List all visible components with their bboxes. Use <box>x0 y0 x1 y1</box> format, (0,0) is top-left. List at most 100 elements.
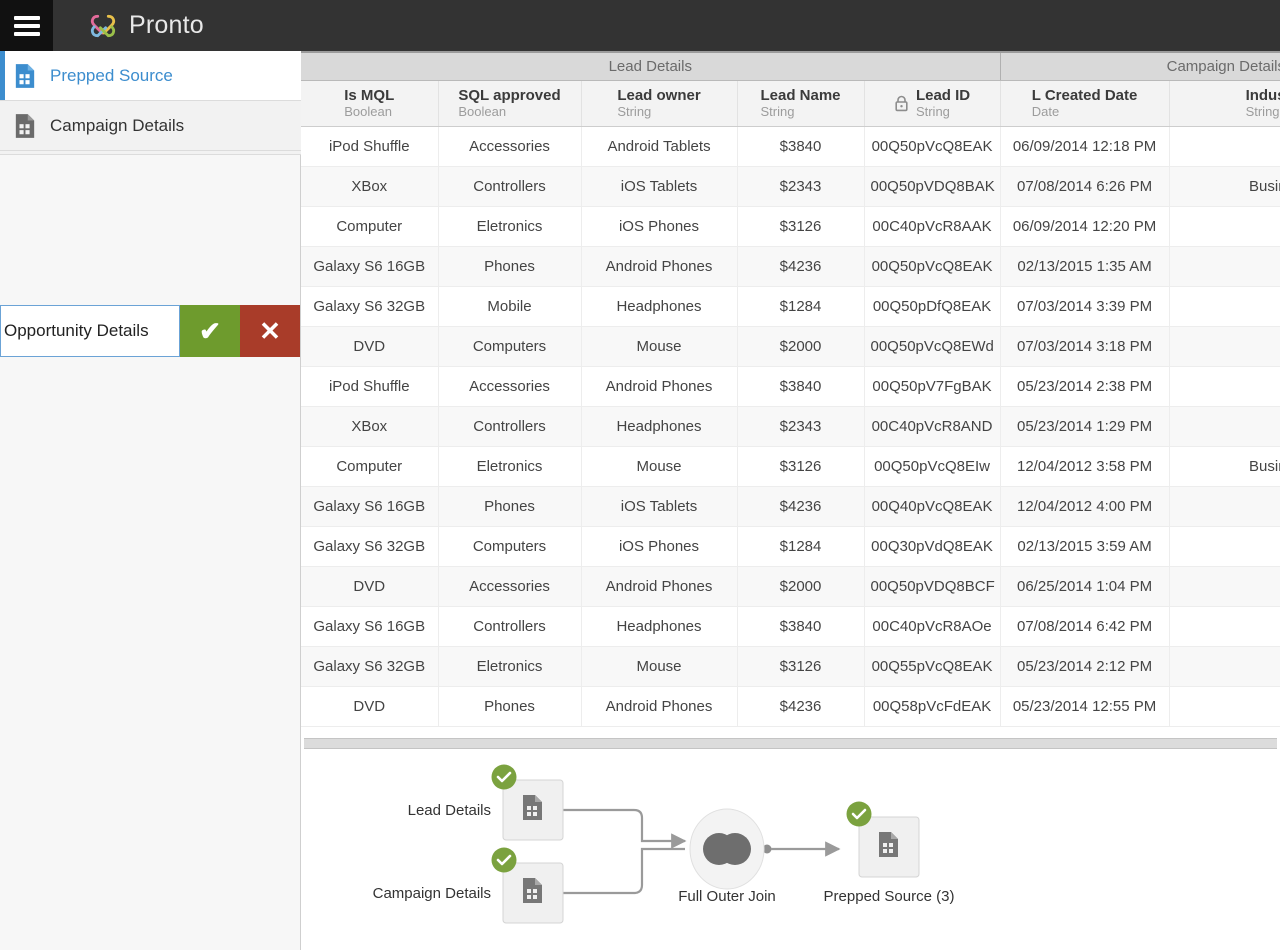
table-row[interactable]: iPod Shuffle Accessories Android Tablets $3… <box>301 126 1280 167</box>
cell-lead-name[interactable]: $1284 <box>736 526 864 567</box>
cell-lead-name[interactable]: $3126 <box>736 446 864 487</box>
cell-lead-name[interactable]: $3840 <box>736 606 864 647</box>
cell-l-created-date[interactable]: 05/23/2014 2:12 PM <box>999 646 1170 687</box>
table-row[interactable]: Galaxy S6 16GB Phones iOS Tablets $4236 00Q4… <box>301 486 1280 527</box>
column-header-is-mql[interactable]: Is MQL Boolean <box>301 80 438 127</box>
cell-l-created-date[interactable]: 05/23/2014 2:38 PM <box>999 366 1170 407</box>
table-row[interactable]: Computer Eletronics iOS Phones $3126 00C40pV… <box>301 206 1280 247</box>
cell-sql-approved[interactable]: Phones <box>437 246 581 287</box>
cell-lead-owner[interactable]: Mouse <box>580 446 737 487</box>
cell-lead-name[interactable]: $4236 <box>736 486 864 527</box>
cell-lead-owner[interactable]: Android Phones <box>580 246 737 287</box>
table-row[interactable]: Galaxy S6 16GB Controllers Headphones $3840… <box>301 606 1280 647</box>
cell-industry-ca[interactable]: Unkown <box>1168 406 1280 447</box>
cell-lead-owner[interactable]: iOS Tablets <box>580 166 737 207</box>
cell-lead-owner[interactable]: iOS Phones <box>580 526 737 567</box>
cell-lead-owner[interactable]: iOS Tablets <box>580 486 737 527</box>
column-header-lead-name[interactable]: Lead Name String <box>736 80 864 127</box>
cell-is-mql[interactable]: Computer <box>301 206 438 247</box>
cell-lead-name[interactable]: $3840 <box>736 126 864 167</box>
cell-lead-id[interactable]: 00Q50pV7FgBAK <box>863 366 1001 407</box>
table-row[interactable]: XBox Controllers iOS Tablets $2343 00Q50pVDQ… <box>301 166 1280 207</box>
cell-l-created-date[interactable]: 05/23/2014 1:29 PM <box>999 406 1170 447</box>
cell-l-created-date[interactable]: 07/08/2014 6:42 PM <box>999 606 1170 647</box>
cell-lead-id[interactable]: 00Q40pVcQ8EAK <box>863 486 1001 527</box>
cell-lead-id[interactable]: 00Q50pVDQ8BCF <box>863 566 1001 607</box>
hamburger-menu-button[interactable] <box>0 0 53 51</box>
cell-sql-approved[interactable]: Phones <box>437 686 581 727</box>
cell-is-mql[interactable]: Computer <box>301 446 438 487</box>
cell-is-mql[interactable]: XBox <box>301 166 438 207</box>
confirm-rename-button[interactable]: ✔ <box>180 305 240 357</box>
cell-sql-approved[interactable]: Controllers <box>437 406 581 447</box>
cell-lead-owner[interactable]: Android Phones <box>580 566 737 607</box>
table-row[interactable]: DVD Computers Mouse $2000 00Q50pVcQ8EWd 07/03… <box>301 326 1280 367</box>
cell-sql-approved[interactable]: Controllers <box>437 606 581 647</box>
cell-is-mql[interactable]: DVD <box>301 686 438 727</box>
cancel-rename-button[interactable]: ✕ <box>240 305 300 357</box>
cell-industry-ca[interactable]: Unkown <box>1168 646 1280 687</box>
cell-sql-approved[interactable]: Eletronics <box>437 446 581 487</box>
cell-is-mql[interactable]: XBox <box>301 406 438 447</box>
cell-lead-name[interactable]: $4236 <box>736 246 864 287</box>
cell-lead-name[interactable]: $2343 <box>736 166 864 207</box>
cell-sql-approved[interactable]: Accessories <box>437 566 581 607</box>
cell-lead-id[interactable]: 00Q50pDfQ8EAK <box>863 286 1001 327</box>
cell-lead-name[interactable]: $2343 <box>736 406 864 447</box>
cell-lead-owner[interactable]: Android Phones <box>580 686 737 727</box>
cell-industry-ca[interactable]: Unkown <box>1168 126 1280 167</box>
table-row[interactable]: DVD Phones Android Phones $4236 00Q58pVcFdEA… <box>301 686 1280 727</box>
cell-industry-ca[interactable]: Unkown <box>1168 366 1280 407</box>
cell-lead-name[interactable]: $3126 <box>736 646 864 687</box>
cell-lead-owner[interactable]: Headphones <box>580 606 737 647</box>
cell-is-mql[interactable]: iPod Shuffle <box>301 126 438 167</box>
cell-sql-approved[interactable]: Computers <box>437 526 581 567</box>
cell-industry-ca[interactable]: Business Services <box>1168 166 1280 207</box>
table-row[interactable]: iPod Shuffle Accessories Android Phones $38… <box>301 366 1280 407</box>
cell-lead-id[interactable]: 00Q50pVcQ8EWd <box>863 326 1001 367</box>
cell-is-mql[interactable]: Galaxy S6 32GB <box>301 286 438 327</box>
cell-industry-ca[interactable]: Unkown <box>1168 206 1280 247</box>
column-header-industry-ca[interactable]: Industry Ca String <box>1168 80 1280 127</box>
cell-lead-name[interactable]: $2000 <box>736 326 864 367</box>
cell-lead-owner[interactable]: Android Tablets <box>580 126 737 167</box>
cell-is-mql[interactable]: Galaxy S6 16GB <box>301 606 438 647</box>
cell-sql-approved[interactable]: Accessories <box>437 126 581 167</box>
cell-lead-owner[interactable]: Mouse <box>580 326 737 367</box>
column-header-l-created-date[interactable]: L Created Date Date <box>999 80 1170 127</box>
cell-lead-id[interactable]: 00Q58pVcFdEAK <box>863 686 1001 727</box>
table-row[interactable]: Galaxy S6 32GB Mobile Headphones $1284 00Q50… <box>301 286 1280 327</box>
cell-industry-ca[interactable]: Unkown <box>1168 246 1280 287</box>
cell-lead-id[interactable]: 00C40pVcR8AND <box>863 406 1001 447</box>
horizontal-scrollbar[interactable] <box>304 738 1277 749</box>
data-grid-panel[interactable]: Lead Details Campaign Details Is MQL Boo… <box>301 51 1280 750</box>
column-header-lead-id[interactable]: Lead ID String <box>863 80 1001 127</box>
cell-industry-ca[interactable]: Unkown <box>1168 486 1280 527</box>
cell-sql-approved[interactable]: Computers <box>437 326 581 367</box>
cell-lead-name[interactable]: $1284 <box>736 286 864 327</box>
cell-l-created-date[interactable]: 07/03/2014 3:39 PM <box>999 286 1170 327</box>
sidebar-item-prepped-source[interactable]: Prepped Source <box>0 51 301 101</box>
cell-is-mql[interactable]: Galaxy S6 16GB <box>301 486 438 527</box>
cell-lead-owner[interactable]: Android Phones <box>580 366 737 407</box>
cell-industry-ca[interactable]: Business Services <box>1168 446 1280 487</box>
column-header-lead-owner[interactable]: Lead owner String <box>580 80 737 127</box>
cell-industry-ca[interactable]: Unkown <box>1168 606 1280 647</box>
cell-lead-owner[interactable]: Mouse <box>580 646 737 687</box>
cell-l-created-date[interactable]: 12/04/2012 4:00 PM <box>999 486 1170 527</box>
cell-is-mql[interactable]: DVD <box>301 326 438 367</box>
cell-lead-name[interactable]: $4236 <box>736 686 864 727</box>
cell-l-created-date[interactable]: 05/23/2014 12:55 PM <box>999 686 1170 727</box>
cell-is-mql[interactable]: DVD <box>301 566 438 607</box>
cell-industry-ca[interactable]: Unkown <box>1168 326 1280 367</box>
cell-industry-ca[interactable]: Unkown <box>1168 686 1280 727</box>
cell-sql-approved[interactable]: Accessories <box>437 366 581 407</box>
cell-l-created-date[interactable]: 12/04/2012 3:58 PM <box>999 446 1170 487</box>
table-row[interactable]: Computer Eletronics Mouse $3126 00Q50pVcQ8EI… <box>301 446 1280 487</box>
datasource-name-input[interactable] <box>0 305 180 357</box>
cell-lead-owner[interactable]: Headphones <box>580 406 737 447</box>
column-header-sql-approved[interactable]: SQL approved Boolean <box>437 80 581 127</box>
flow-diagram-panel[interactable]: Lead Details Campaign Details Full Outer… <box>301 753 1280 950</box>
cell-lead-id[interactable]: 00Q50pVcQ8EAK <box>863 246 1001 287</box>
cell-lead-id[interactable]: 00C40pVcR8AOe <box>863 606 1001 647</box>
